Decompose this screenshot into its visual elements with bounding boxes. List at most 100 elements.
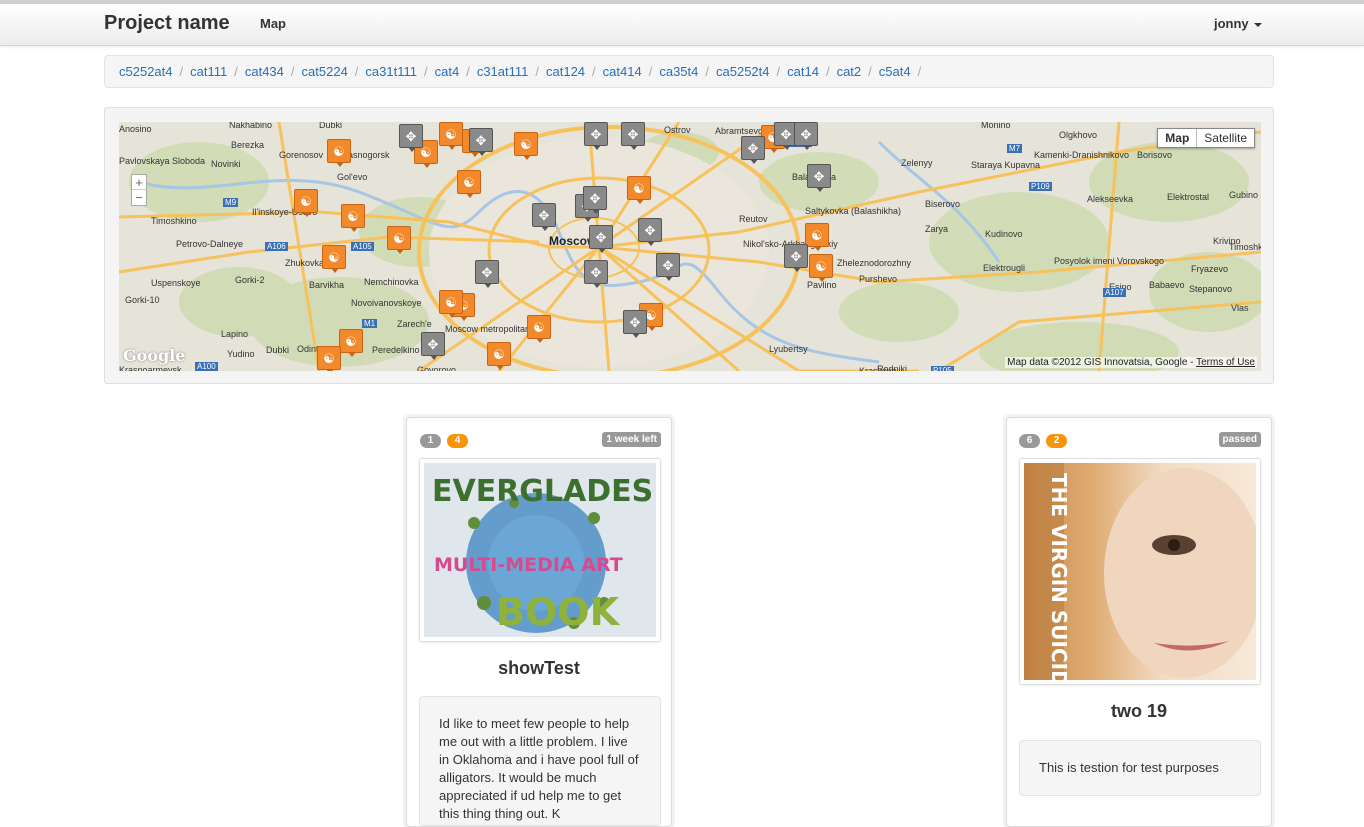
card-thumbnail[interactable]: THE VIRGIN SUICIDES (1019, 458, 1261, 685)
map-marker-cluster-icon[interactable]: ✥ (532, 203, 556, 231)
people-icon: ☯ (345, 333, 357, 349)
map-marker-cluster-icon[interactable]: ✥ (583, 186, 607, 214)
map-marker-cluster-icon[interactable]: ✥ (589, 225, 613, 253)
map-marker-people-icon[interactable]: ☯ (527, 315, 551, 343)
zoom-in-button[interactable]: + (132, 175, 146, 190)
breadcrumb-link[interactable]: cat414 (603, 64, 642, 79)
map-marker-people-icon[interactable]: ☯ (805, 223, 829, 251)
map-road-label: M1 (362, 319, 378, 328)
map-marker-cluster-icon[interactable]: ✥ (794, 122, 818, 150)
map-marker-people-icon[interactable]: ☯ (457, 170, 481, 198)
breadcrumb-link[interactable]: c5252at4 (119, 64, 173, 79)
map-marker-cluster-icon[interactable]: ✥ (784, 244, 808, 272)
user-menu-dropdown[interactable]: jonny (1214, 16, 1262, 31)
breadcrumb-link[interactable]: cat14 (787, 64, 819, 79)
move-arrows-icon: ✥ (405, 128, 417, 144)
map-marker-people-icon[interactable]: ☯ (439, 290, 463, 318)
brand-link[interactable]: Project name (104, 12, 230, 35)
breadcrumb-link[interactable]: cat2 (837, 64, 862, 79)
people-icon: ☯ (323, 350, 335, 366)
map-marker-cluster-icon[interactable]: ✥ (399, 124, 423, 152)
card-thumbnail[interactable]: EVERGLADES MULTI-MEDIA ART BOOK (419, 458, 661, 642)
move-arrows-icon: ✥ (589, 190, 601, 206)
map-road-label: P105 (931, 366, 954, 371)
people-icon: ☯ (347, 208, 359, 224)
map-marker-cluster-icon[interactable]: ✥ (807, 164, 831, 192)
map-marker-cluster-icon[interactable]: ✥ (656, 253, 680, 281)
map-place-label: Novoivanovskoye (351, 298, 422, 308)
people-icon: ☯ (463, 174, 475, 190)
zoom-out-button[interactable]: − (132, 190, 146, 205)
artwork-title: THE VIRGIN SUICIDES (1047, 473, 1071, 680)
map-marker-cluster-icon[interactable]: ✥ (623, 310, 647, 338)
map-marker-people-icon[interactable]: ☯ (487, 342, 511, 370)
breadcrumb-link[interactable]: cat124 (546, 64, 585, 79)
map-marker-cluster-icon[interactable]: ✥ (638, 218, 662, 246)
map-marker-cluster-icon[interactable]: ✥ (475, 260, 499, 288)
map-marker-cluster-icon[interactable]: ✥ (741, 136, 765, 164)
breadcrumb-separator: / (466, 64, 470, 79)
breadcrumb-link[interactable]: cat5224 (302, 64, 348, 79)
map-place-label: Yudino (227, 349, 255, 359)
map-marker-people-icon[interactable]: ☯ (341, 204, 365, 232)
card-description: This is testion for test purposes (1019, 740, 1261, 796)
breadcrumb-link[interactable]: ca31t111 (365, 64, 417, 79)
card-title[interactable]: two 19 (1007, 701, 1271, 722)
people-icon: ☯ (815, 258, 827, 274)
map-marker-people-icon[interactable]: ☯ (327, 139, 351, 167)
breadcrumb-link[interactable]: ca35t4 (659, 64, 698, 79)
map-place-label: Reutov (739, 214, 768, 224)
map-marker-people-icon[interactable]: ☯ (387, 226, 411, 254)
breadcrumb-link[interactable]: cat111 (190, 64, 227, 79)
move-arrows-icon: ✥ (590, 126, 602, 142)
map-view[interactable]: Anosino Nakhabino Berezka Gorenosov Krasnogo… (119, 122, 1261, 371)
map-marker-people-icon[interactable]: ☯ (439, 122, 463, 150)
nav-link-map[interactable]: Map (260, 16, 286, 31)
breadcrumb-link[interactable]: cat4 (435, 64, 460, 79)
map-place-label: Borisovo (1137, 150, 1173, 160)
breadcrumb-link[interactable]: cat434 (245, 64, 284, 79)
card-image: EVERGLADES MULTI-MEDIA ART BOOK (424, 463, 656, 637)
map-credit-text: Map data ©2012 GIS Innovatsia, Google - (1007, 357, 1197, 368)
requests-badge: 2 (1046, 434, 1067, 448)
map-place-label: Staraya Kupavna (971, 160, 1041, 170)
map-road-label: A107 (1103, 288, 1126, 297)
map-container: Anosino Nakhabino Berezka Gorenosov Krasnogo… (104, 107, 1274, 384)
map-place-label: Zelenyy (901, 158, 933, 168)
map-place-label: Gorenosov (279, 150, 324, 160)
move-arrows-icon: ✥ (813, 168, 825, 184)
breadcrumb-link[interactable]: c5at4 (879, 64, 911, 79)
move-arrows-icon: ✥ (644, 222, 656, 238)
map-marker-cluster-icon[interactable]: ✥ (469, 128, 493, 156)
map-place-label: Rodniki (877, 364, 908, 371)
status-label: passed (1218, 432, 1261, 447)
participants-badge: 6 (1019, 434, 1040, 448)
map-marker-cluster-icon[interactable]: ✥ (621, 122, 645, 150)
map-marker-people-icon[interactable]: ☯ (627, 176, 651, 204)
map-marker-cluster-icon[interactable]: ✥ (421, 332, 445, 360)
breadcrumb-separator: / (423, 64, 428, 79)
event-card: 1 4 1 week left EVERGLADES MULTI-MEDIA A… (406, 417, 672, 827)
map-marker-people-icon[interactable]: ☯ (339, 329, 363, 357)
map-marker-cluster-icon[interactable]: ✥ (584, 122, 608, 150)
terms-of-use-link[interactable]: Terms of Use (1196, 357, 1255, 368)
move-arrows-icon: ✥ (662, 257, 674, 273)
map-marker-people-icon[interactable]: ☯ (322, 245, 346, 273)
people-icon: ☯ (533, 319, 545, 335)
user-name: jonny (1214, 16, 1249, 31)
map-marker-people-icon[interactable]: ☯ (317, 346, 341, 371)
map-place-label: Gorki-10 (125, 295, 160, 305)
breadcrumb-link[interactable]: ca5252t4 (716, 64, 770, 79)
map-marker-people-icon[interactable]: ☯ (294, 189, 318, 217)
breadcrumb-link[interactable]: c31at111 (477, 64, 529, 79)
map-marker-cluster-icon[interactable]: ✥ (584, 260, 608, 288)
card-title[interactable]: showTest (407, 658, 671, 679)
map-marker-people-icon[interactable]: ☯ (514, 132, 538, 160)
people-icon: ☯ (445, 126, 457, 142)
map-place-label: Kudinovo (985, 229, 1023, 239)
map-type-satellite-button[interactable]: Satellite (1197, 129, 1254, 147)
map-type-map-button[interactable]: Map (1158, 129, 1198, 147)
map-place-label: Uspenskoye (151, 278, 201, 288)
map-marker-people-icon[interactable]: ☯ (809, 254, 833, 282)
move-arrows-icon: ✥ (790, 248, 802, 264)
